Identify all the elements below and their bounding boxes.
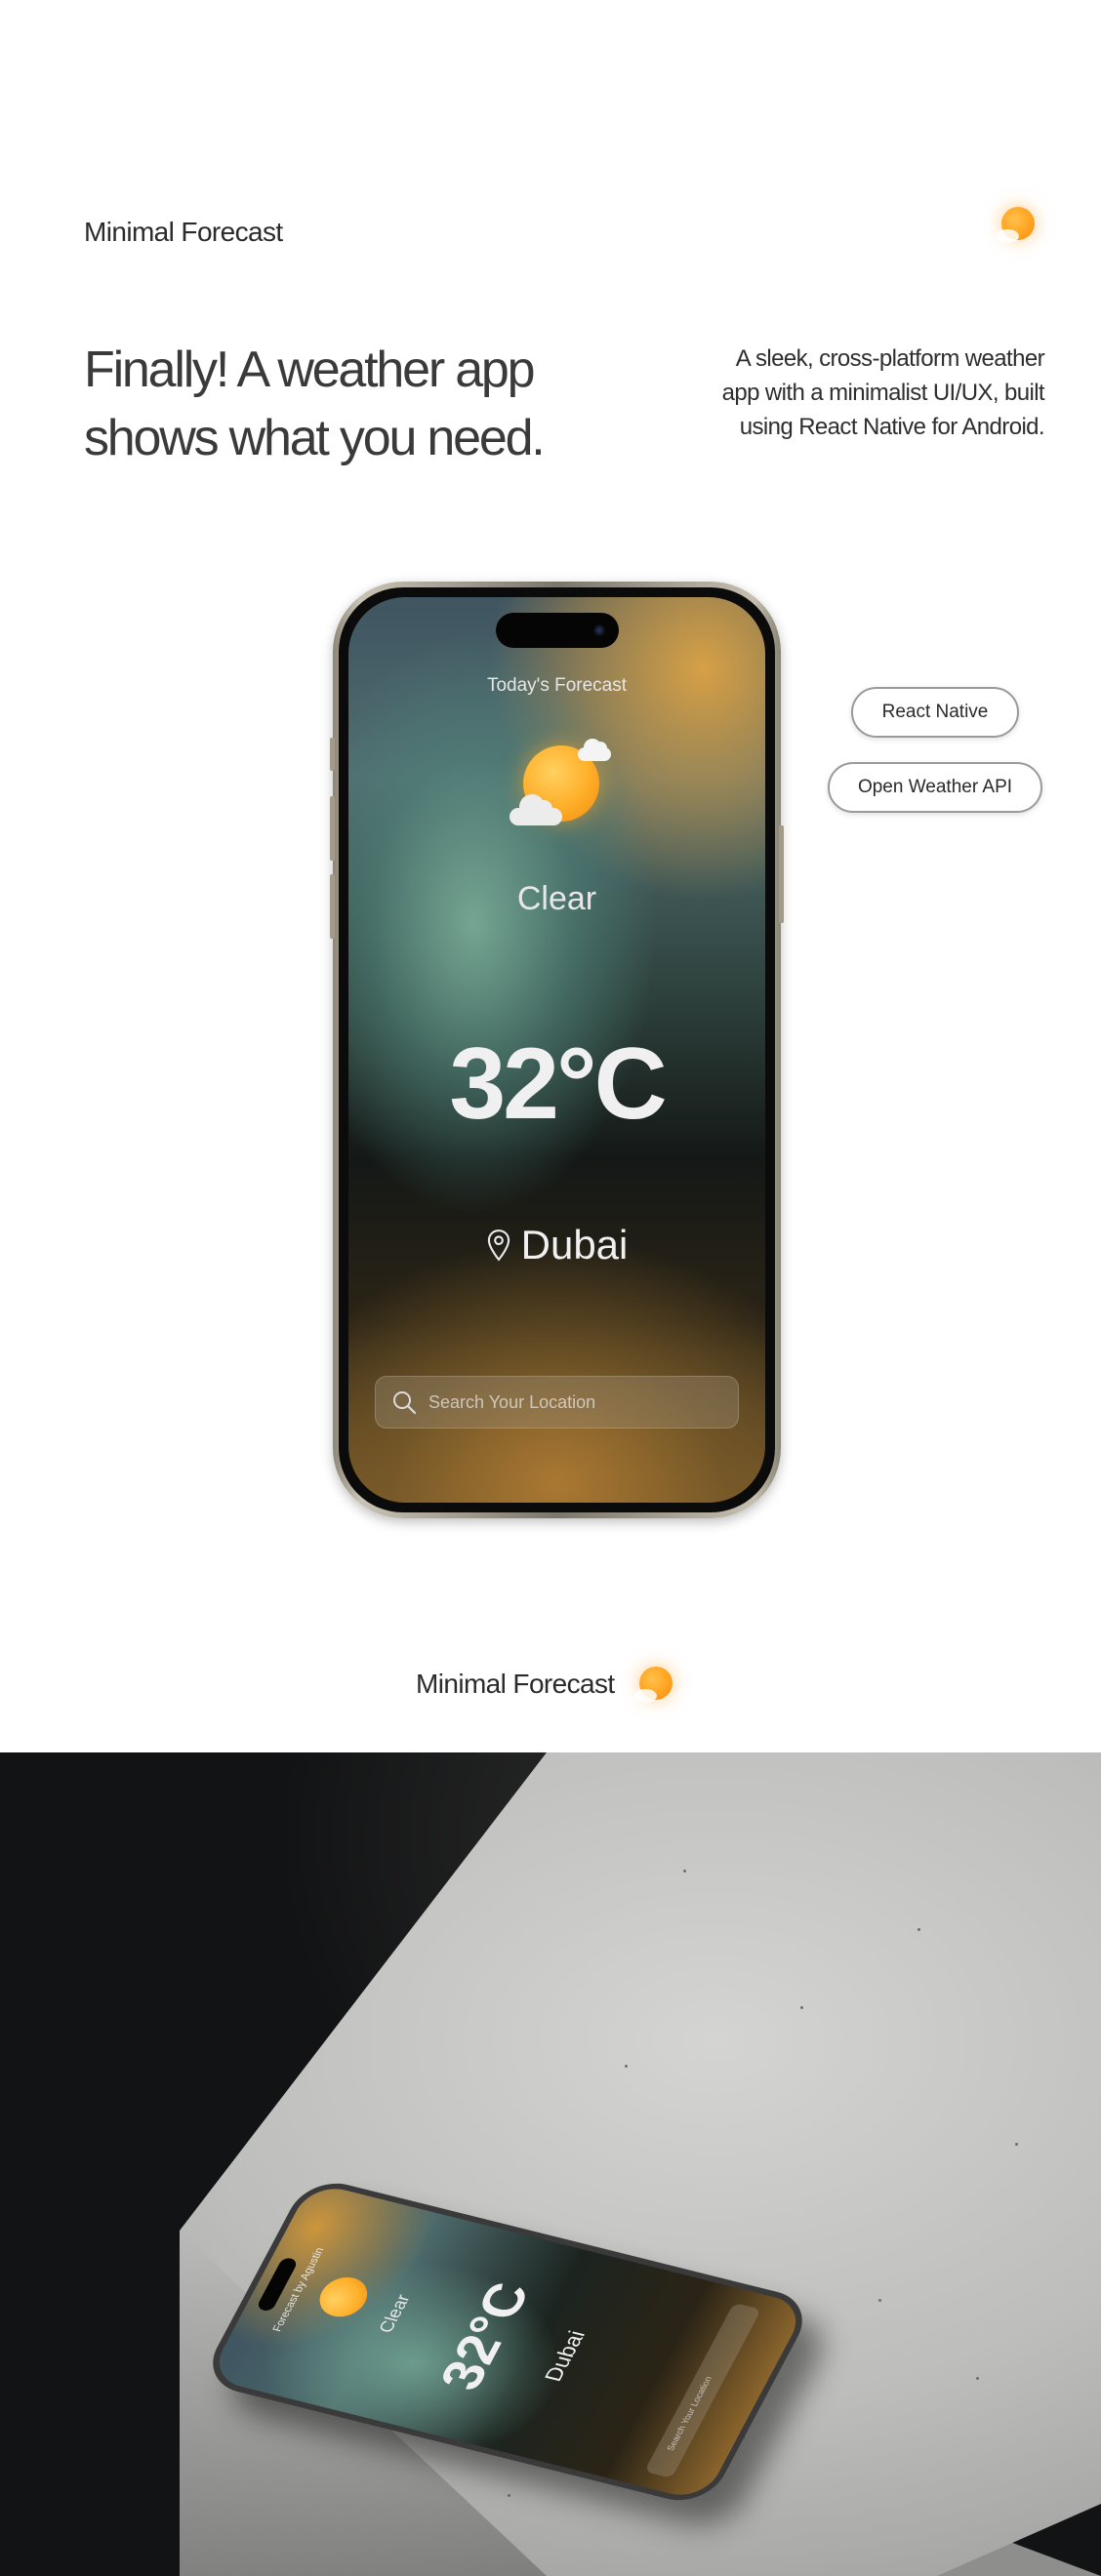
volume-up-button: [330, 796, 335, 861]
location: Dubai: [348, 1222, 765, 1268]
description: A sleek, cross-platform weather app with…: [615, 342, 1045, 444]
weather-condition: Clear: [516, 880, 597, 917]
headline-line: shows what you need.: [84, 410, 546, 466]
concrete-speck: [800, 2006, 803, 2009]
volume-down-button: [330, 874, 335, 939]
brand-name: Minimal Forecast: [84, 217, 283, 247]
screen-title: Today's Forecast: [486, 675, 628, 696]
action-button: [330, 738, 335, 771]
sun-with-clouds-icon: [510, 739, 617, 831]
city-name: Dubai: [520, 1222, 629, 1268]
description-line: using React Native for Android.: [739, 414, 1045, 440]
concrete-speck: [508, 2494, 510, 2497]
description-line: app with a minimalist UI/UX, built: [721, 380, 1045, 406]
dynamic-island: [495, 613, 619, 648]
concrete-speck: [625, 2065, 628, 2068]
description-line: A sleek, cross-platform weather: [735, 345, 1045, 372]
concrete-speck: [976, 2377, 979, 2380]
tag-react-native[interactable]: React Native: [851, 687, 1019, 738]
concrete-speck: [683, 1870, 686, 1872]
map-pin-icon: [487, 1229, 510, 1262]
headline: Finally! A weather app shows what you ne…: [84, 336, 631, 472]
sun-logo-icon: [996, 207, 1035, 243]
power-button: [779, 825, 784, 923]
phone-mockup: Today's Forecast Clear 32°C Dubai Search…: [330, 582, 784, 1518]
headline-line: Finally! A weather app: [84, 342, 536, 398]
concrete-speck: [918, 1928, 920, 1931]
search-placeholder: Search Your Location: [428, 1391, 596, 1412]
temperature: 32°C: [449, 1027, 667, 1141]
concrete-speck: [1015, 2143, 1018, 2146]
sun-with-clouds-icon: [311, 2273, 376, 2321]
concrete-speck: [878, 2299, 881, 2302]
search-icon: [393, 1391, 417, 1415]
tag-open-weather-api[interactable]: Open Weather API: [828, 762, 1042, 813]
sun-logo-icon: [633, 1667, 673, 1703]
footer-brand-name: Minimal Forecast: [416, 1669, 615, 1699]
app-screen: Today's Forecast Clear 32°C Dubai Search…: [348, 597, 765, 1503]
search-input[interactable]: Search Your Location: [375, 1376, 739, 1429]
